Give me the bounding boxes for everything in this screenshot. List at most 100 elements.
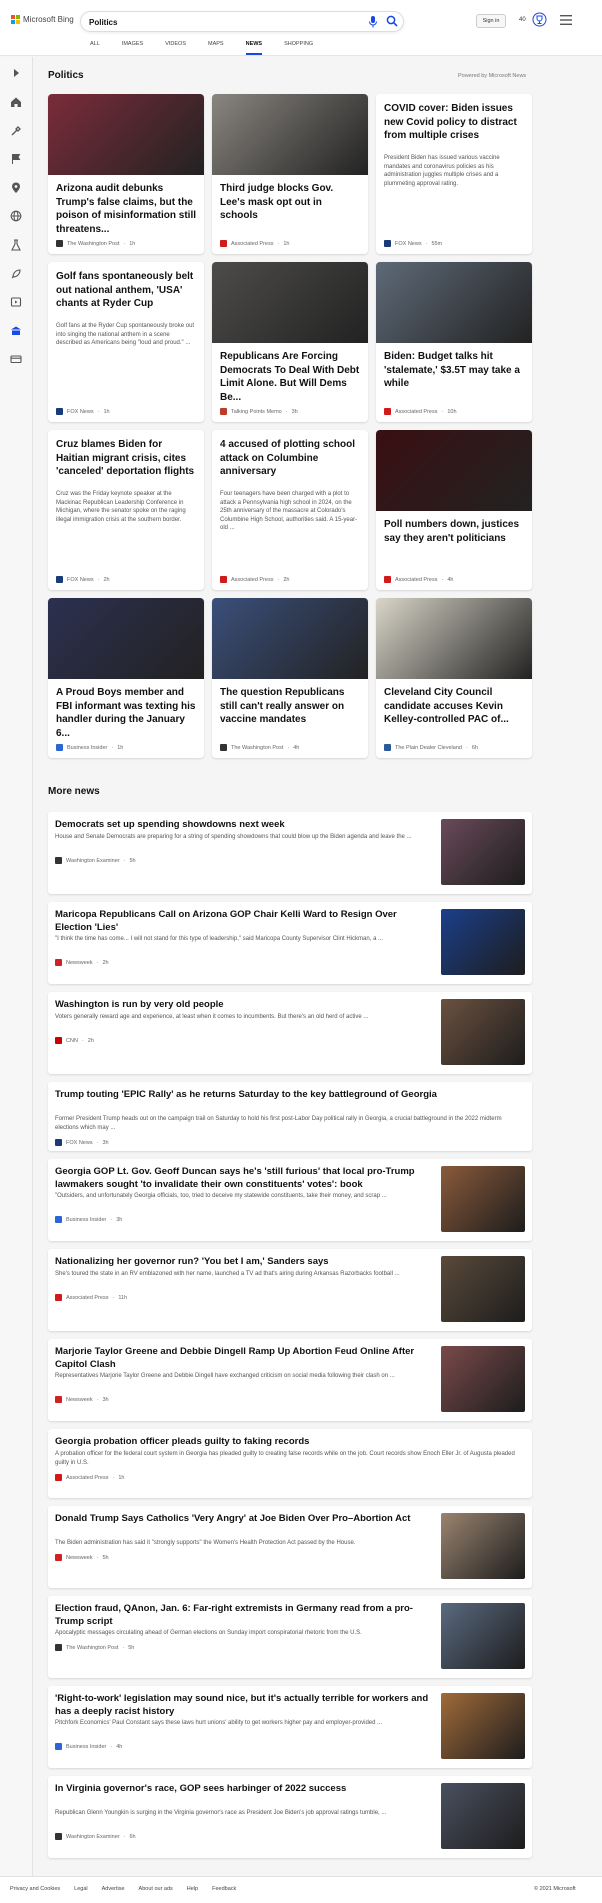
more-news-image[interactable] xyxy=(441,1693,525,1759)
bing-logo[interactable]: Microsoft Bing xyxy=(11,15,74,24)
search-input[interactable] xyxy=(89,15,339,29)
more-news-title-link[interactable]: Trump touting 'EPIC Rally' as he returns… xyxy=(55,1089,523,1102)
footer-link[interactable]: Help xyxy=(187,1886,198,1892)
more-news-title-link[interactable]: Washington is run by very old people xyxy=(55,999,435,1012)
more-news-image[interactable] xyxy=(441,1346,525,1412)
news-card-title[interactable]: Biden: Budget talks hit 'stalemate,' $3.… xyxy=(384,350,524,391)
more-news-source[interactable]: Associated Press · 11h xyxy=(55,1294,127,1301)
more-news-item[interactable]: Election fraud, QAnon, Jan. 6: Far-right… xyxy=(48,1596,532,1678)
more-news-source[interactable]: Business Insider · 3h xyxy=(55,1216,122,1223)
news-card-title[interactable]: Golf fans spontaneously belt out nationa… xyxy=(56,270,196,311)
more-news-source[interactable]: Business Insider · 4h xyxy=(55,1743,122,1750)
news-card[interactable]: Biden: Budget talks hit 'stalemate,' $3.… xyxy=(376,262,532,422)
news-card-title[interactable]: Third judge blocks Gov. Lee's mask opt o… xyxy=(220,182,360,223)
news-card[interactable]: The question Republicans still can't rea… xyxy=(212,598,368,758)
tab-maps[interactable]: MAPS xyxy=(208,41,224,55)
news-card-source[interactable]: FOX News · 2h xyxy=(56,576,110,583)
footer-link[interactable]: Advertise xyxy=(102,1886,125,1892)
more-news-title-link[interactable]: Democrats set up spending showdowns next… xyxy=(55,819,435,832)
more-news-image[interactable] xyxy=(441,1166,525,1232)
location-pin-icon[interactable] xyxy=(10,182,22,194)
more-news-title-link[interactable]: Georgia GOP Lt. Gov. Geoff Duncan says h… xyxy=(55,1166,435,1191)
powered-by-label[interactable]: Powered by Microsoft News xyxy=(458,73,526,79)
more-news-source[interactable]: Washington Examiner · 6h xyxy=(55,1833,136,1840)
more-news-item[interactable]: Georgia probation officer pleads guilty … xyxy=(48,1429,532,1498)
tab-videos[interactable]: VIDEOS xyxy=(165,41,186,55)
tab-all[interactable]: ALL xyxy=(90,41,100,55)
sign-in-button[interactable]: Sign in xyxy=(476,14,506,28)
news-card-image[interactable] xyxy=(376,262,532,343)
news-card-title[interactable]: Poll numbers down, justices say they are… xyxy=(384,518,524,545)
video-icon[interactable] xyxy=(10,296,22,308)
news-card-source[interactable]: Associated Press · 10h xyxy=(384,408,457,415)
news-card-source[interactable]: Associated Press · 4h xyxy=(384,576,453,583)
more-news-title-link[interactable]: Donald Trump Says Catholics 'Very Angry'… xyxy=(55,1513,435,1526)
more-news-item[interactable]: Democrats set up spending showdowns next… xyxy=(48,812,532,894)
tools-icon[interactable] xyxy=(10,125,22,137)
more-news-image[interactable] xyxy=(441,1603,525,1669)
news-card-title[interactable]: Arizona audit debunks Trump's false clai… xyxy=(56,182,196,236)
footer-link[interactable]: Legal xyxy=(74,1886,87,1892)
footer-link[interactable]: Privacy and Cookies xyxy=(10,1886,60,1892)
more-news-title-link[interactable]: Maricopa Republicans Call on Arizona GOP… xyxy=(55,909,435,934)
more-news-image[interactable] xyxy=(441,999,525,1065)
news-card[interactable]: Poll numbers down, justices say they are… xyxy=(376,430,532,590)
more-news-item[interactable]: Nationalizing her governor run? 'You bet… xyxy=(48,1249,532,1331)
tab-news[interactable]: NEWS xyxy=(245,41,262,55)
more-news-item[interactable]: Marjorie Taylor Greene and Debbie Dingel… xyxy=(48,1339,532,1421)
more-news-image[interactable] xyxy=(441,1513,525,1579)
rewards-trophy-icon[interactable] xyxy=(532,12,547,27)
news-card-image[interactable] xyxy=(212,598,368,679)
news-card-image[interactable] xyxy=(48,94,204,175)
flag-icon[interactable] xyxy=(10,153,22,165)
news-card-source[interactable]: The Plain Dealer Cleveland · 6h xyxy=(384,744,478,751)
more-news-title-link[interactable]: 'Right-to-work' legislation may sound ni… xyxy=(55,1693,435,1718)
news-card[interactable]: COVID cover: Biden issues new Covid poli… xyxy=(376,94,532,254)
search-icon[interactable] xyxy=(386,15,398,27)
news-card-image[interactable] xyxy=(212,262,368,343)
more-news-item[interactable]: 'Right-to-work' legislation may sound ni… xyxy=(48,1686,532,1768)
news-card[interactable]: Cruz blames Biden for Haitian migrant cr… xyxy=(48,430,204,590)
news-card[interactable]: Golf fans spontaneously belt out nationa… xyxy=(48,262,204,422)
more-news-source[interactable]: Newsweek · 3h xyxy=(55,1396,109,1403)
news-card-source[interactable]: Associated Press · 2h xyxy=(220,576,289,583)
rocket-icon[interactable] xyxy=(10,268,22,280)
more-news-source[interactable]: Newsweek · 2h xyxy=(55,959,109,966)
more-news-source[interactable]: FOX News · 3h xyxy=(55,1139,109,1146)
home-icon[interactable] xyxy=(10,96,22,108)
more-news-source[interactable]: Washington Examiner · 5h xyxy=(55,857,136,864)
news-card[interactable]: Republicans Are Forcing Democrats To Dea… xyxy=(212,262,368,422)
globe-icon[interactable] xyxy=(10,210,22,222)
news-card-image[interactable] xyxy=(376,430,532,511)
more-news-title-link[interactable]: Georgia probation officer pleads guilty … xyxy=(55,1436,523,1449)
news-card[interactable]: Cleveland City Council candidate accuses… xyxy=(376,598,532,758)
news-card-image[interactable] xyxy=(48,598,204,679)
hamburger-menu-icon[interactable] xyxy=(560,15,572,25)
news-card[interactable]: Third judge blocks Gov. Lee's mask opt o… xyxy=(212,94,368,254)
money-icon[interactable] xyxy=(10,353,22,365)
news-card-title[interactable]: Cleveland City Council candidate accuses… xyxy=(384,686,524,727)
news-card-source[interactable]: The Washington Post · 4h xyxy=(220,744,299,751)
more-news-item[interactable]: Donald Trump Says Catholics 'Very Angry'… xyxy=(48,1506,532,1588)
footer-link[interactable]: Feedback xyxy=(212,1886,236,1892)
news-card-source[interactable]: The Washington Post · 1h xyxy=(56,240,135,247)
more-news-source[interactable]: Associated Press · 1h xyxy=(55,1474,124,1481)
rewards-points[interactable]: 40 xyxy=(519,17,526,23)
news-card[interactable]: Arizona audit debunks Trump's false clai… xyxy=(48,94,204,254)
news-card-title[interactable]: The question Republicans still can't rea… xyxy=(220,686,360,727)
news-card-title[interactable]: A Proud Boys member and FBI informant wa… xyxy=(56,686,196,740)
news-card-title[interactable]: COVID cover: Biden issues new Covid poli… xyxy=(384,102,524,143)
more-news-item[interactable]: In Virginia governor's race, GOP sees ha… xyxy=(48,1776,532,1858)
more-news-title-link[interactable]: In Virginia governor's race, GOP sees ha… xyxy=(55,1783,435,1796)
more-news-source[interactable]: The Washington Post · 5h xyxy=(55,1644,134,1651)
more-news-item[interactable]: Maricopa Republicans Call on Arizona GOP… xyxy=(48,902,532,984)
more-news-item[interactable]: Trump touting 'EPIC Rally' as he returns… xyxy=(48,1082,532,1151)
news-card-image[interactable] xyxy=(376,598,532,679)
more-news-item[interactable]: Washington is run by very old people Vote… xyxy=(48,992,532,1074)
news-card-image[interactable] xyxy=(212,94,368,175)
footer-link[interactable]: About our ads xyxy=(139,1886,173,1892)
news-card-source[interactable]: FOX News · 55m xyxy=(384,240,442,247)
news-card-title[interactable]: 4 accused of plotting school attack on C… xyxy=(220,438,360,479)
news-card-title[interactable]: Republicans Are Forcing Democrats To Dea… xyxy=(220,350,360,404)
news-card-title[interactable]: Cruz blames Biden for Haitian migrant cr… xyxy=(56,438,196,479)
